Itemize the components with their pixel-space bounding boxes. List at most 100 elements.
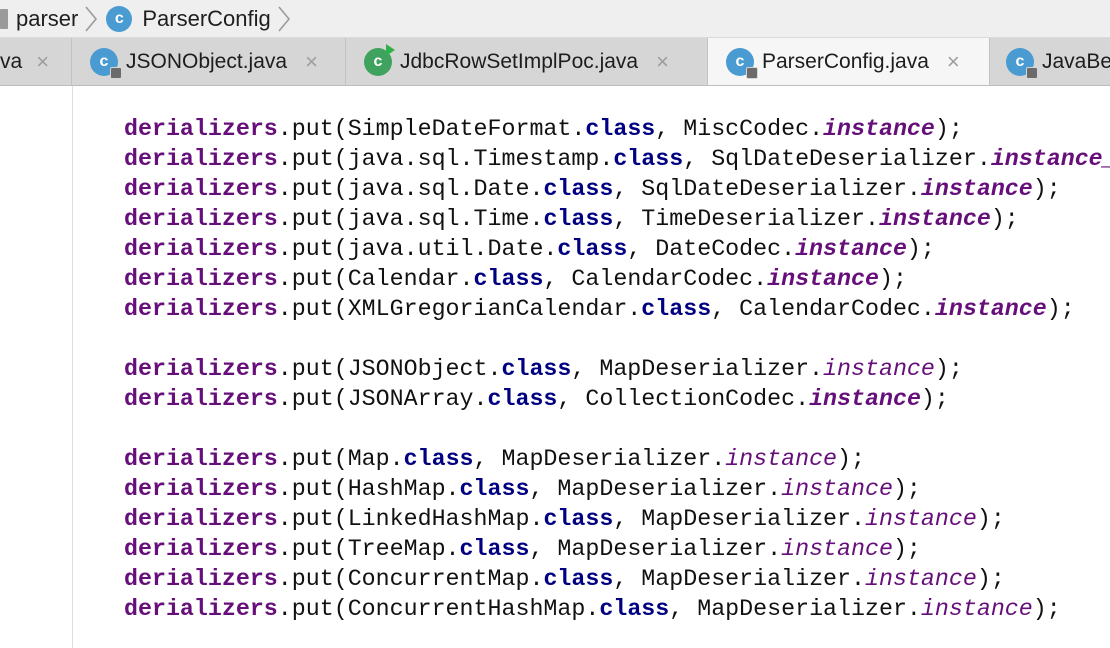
code-text-token: , MapDeserializer. — [669, 596, 921, 622]
tab-label: ParserConfig.java — [762, 50, 929, 73]
code-text-token: .put(java.sql.Time. — [277, 206, 544, 232]
lock-icon — [746, 67, 758, 79]
code-line[interactable]: derializers.put(ConcurrentHashMap.class,… — [124, 594, 1110, 624]
code-line[interactable]: derializers.put(JSONArray.class, Collect… — [124, 384, 1110, 414]
code-line[interactable]: derializers.put(java.sql.Timestamp.class… — [124, 144, 1110, 174]
breadcrumb-item-parserconfig[interactable]: c ParserConfig — [106, 5, 271, 32]
code-line[interactable]: derializers.put(ConcurrentMap.class, Map… — [124, 564, 1110, 594]
code-line-blank[interactable] — [124, 324, 1110, 354]
code-text-token: , SqlDateDeserializer. — [613, 176, 921, 202]
tab-label: JdbcRowSetImplPoc.java — [400, 49, 639, 73]
code-keyword-token: class — [543, 566, 614, 592]
editor-gutter[interactable] — [0, 86, 73, 648]
code-line-blank[interactable] — [124, 414, 1110, 444]
code-line[interactable]: derializers.put(HashMap.class, MapDeseri… — [124, 474, 1110, 504]
tab-partial-java[interactable]: va × — [0, 38, 72, 85]
code-static-field-token: instance — [878, 206, 991, 232]
code-line[interactable]: derializers.put(JSONObject.class, MapDes… — [124, 354, 1110, 384]
code-static-field-token: instance — [795, 236, 907, 262]
code-text-token: , MapDeserializer. — [571, 356, 824, 382]
code-text-token: ); — [1046, 296, 1075, 322]
code-text-token: , MapDeserializer. — [613, 506, 865, 532]
code-keyword-token: class — [585, 116, 656, 142]
code-text-token: ); — [906, 236, 935, 262]
code-text-token: ); — [976, 566, 1005, 592]
code-keyword-token: class — [459, 476, 530, 502]
close-icon[interactable]: × — [656, 50, 669, 73]
breadcrumb: parser c ParserConfig — [0, 0, 1110, 38]
code-text-token: ); — [920, 386, 949, 412]
code-line[interactable]: derializers.put(java.util.Date.class, Da… — [124, 234, 1110, 264]
breadcrumb-item-parser[interactable]: parser — [16, 6, 78, 32]
code-keyword-token: class — [487, 386, 558, 412]
close-icon[interactable]: × — [947, 51, 960, 73]
code-keyword-token: class — [599, 596, 670, 622]
code-line[interactable]: derializers.put(TreeMap.class, MapDeseri… — [124, 534, 1110, 564]
code-field-token: derializers — [124, 206, 278, 232]
code-field-token: derializers — [124, 116, 278, 142]
code-static-field-token: instance — [920, 596, 1033, 622]
code-keyword-token: class — [543, 206, 614, 232]
class-icon-letter: c — [373, 52, 383, 70]
code-keyword-token: class — [501, 356, 572, 382]
class-icon: c — [106, 5, 133, 32]
run-icon — [386, 43, 395, 56]
editor-tab-bar: va × c JSONObject.java × c JdbcRowSetImp… — [0, 38, 1110, 86]
code-field-token: derializers — [124, 566, 278, 592]
code-text-token: , TimeDeserializer. — [613, 206, 879, 232]
code-static-field-token: instance — [781, 476, 893, 502]
code-text-token: .put(java.util.Date. — [277, 236, 558, 262]
code-line[interactable]: derializers.put(SimpleDateFormat.class, … — [124, 114, 1110, 144]
code-text-token: .put(LinkedHashMap. — [277, 506, 544, 532]
code-text-token: , CalendarCodec. — [711, 296, 935, 322]
class-icon: c — [90, 47, 122, 79]
tab-label: JSONObject.java — [126, 49, 288, 73]
tab-parserconfig-java[interactable]: c ParserConfig.java × — [708, 38, 990, 85]
code-text-token: .put(Map. — [277, 446, 404, 472]
code-keyword-token: class — [459, 536, 530, 562]
breadcrumb-label: ParserConfig — [142, 5, 271, 31]
code-text-token: .put(java.sql.Date. — [277, 176, 544, 202]
code-static-field-token: instance — [823, 116, 935, 142]
code-line[interactable]: derializers.put(java.sql.Date.class, Sql… — [124, 174, 1110, 204]
code-field-token: derializers — [124, 236, 278, 262]
code-text-token: , MapDeserializer. — [529, 476, 782, 502]
class-icon-letter: c — [1015, 52, 1025, 70]
code-field-token: derializers — [124, 296, 278, 322]
code-text-token: , MapDeserializer. — [613, 566, 865, 592]
class-icon: c — [1006, 47, 1038, 79]
tab-jdbcrowsetimplpoc-java[interactable]: c JdbcRowSetImplPoc.java × — [346, 38, 708, 85]
code-static-field-token: instance — [865, 566, 977, 592]
code-keyword-token: class — [613, 146, 684, 172]
code-text-token: .put(Calendar. — [277, 266, 474, 292]
code-text-token: .put(java.sql.Timestamp. — [277, 146, 614, 172]
close-icon[interactable]: × — [36, 50, 49, 73]
code-static-field-token: instance — [865, 506, 977, 532]
code-text-token: ); — [1032, 596, 1061, 622]
code-text-token: .put(XMLGregorianCalendar. — [277, 296, 642, 322]
class-icon-letter: c — [735, 53, 745, 70]
code-keyword-token: class — [473, 266, 544, 292]
close-icon[interactable]: × — [305, 50, 318, 73]
tab-javabe-partial[interactable]: c JavaBe — [990, 38, 1110, 85]
code-field-token: derializers — [124, 536, 278, 562]
code-text-token: , MapDeserializer. — [529, 536, 782, 562]
code-line[interactable]: derializers.put(XMLGregorianCalendar.cla… — [124, 294, 1110, 324]
code-field-token: derializers — [124, 146, 278, 172]
chevron-right-icon — [84, 5, 98, 32]
tab-label: va — [0, 49, 23, 73]
code-area[interactable]: derializers.put(SimpleDateFormat.class, … — [124, 114, 1110, 624]
code-line[interactable]: derializers.put(Map.class, MapDeserializ… — [124, 444, 1110, 474]
code-editor[interactable]: derializers.put(SimpleDateFormat.class, … — [0, 86, 1110, 648]
code-line[interactable]: derializers.put(java.sql.Time.class, Tim… — [124, 204, 1110, 234]
tab-jsonobject-java[interactable]: c JSONObject.java × — [72, 38, 346, 85]
code-field-token: derializers — [124, 266, 278, 292]
code-text-token: .put(TreeMap. — [277, 536, 460, 562]
code-keyword-token: class — [543, 176, 614, 202]
code-text-token: .put(ConcurrentMap. — [277, 566, 544, 592]
code-field-token: derializers — [124, 386, 278, 412]
code-line[interactable]: derializers.put(Calendar.class, Calendar… — [124, 264, 1110, 294]
class-icon-letter: c — [99, 52, 109, 70]
code-line[interactable]: derializers.put(LinkedHashMap.class, Map… — [124, 504, 1110, 534]
code-text-token: .put(SimpleDateFormat. — [277, 116, 586, 142]
